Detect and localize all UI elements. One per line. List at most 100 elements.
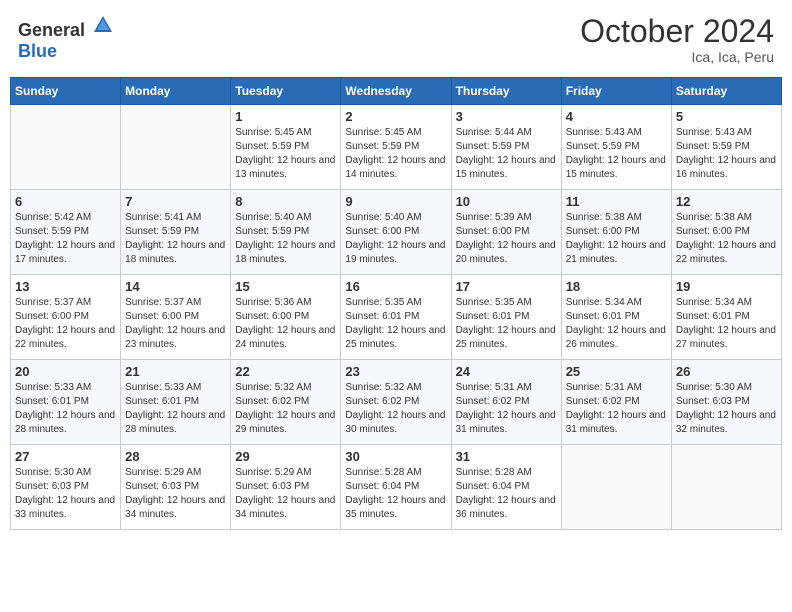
day-info: Sunrise: 5:28 AMSunset: 6:04 PMDaylight:… (345, 466, 446, 522)
title-block: October 2024 Ica, Ica, Peru (580, 14, 774, 65)
calendar-cell: 25Sunrise: 5:31 AMSunset: 6:02 PMDayligh… (561, 360, 671, 445)
day-number: 4 (566, 109, 667, 124)
sunset-time: Sunset: 6:00 PM (125, 311, 199, 322)
weekday-header-thursday: Thursday (451, 78, 561, 105)
logo-text: General Blue (18, 14, 114, 62)
sunrise-time: Sunrise: 5:43 AM (566, 127, 642, 138)
sunset-time: Sunset: 6:01 PM (345, 311, 419, 322)
day-number: 22 (235, 364, 336, 379)
calendar-cell: 12Sunrise: 5:38 AMSunset: 6:00 PMDayligh… (671, 190, 781, 275)
day-number: 9 (345, 194, 446, 209)
sunset-time: Sunset: 6:00 PM (345, 226, 419, 237)
day-info: Sunrise: 5:39 AMSunset: 6:00 PMDaylight:… (456, 211, 557, 267)
sunrise-time: Sunrise: 5:36 AM (235, 297, 311, 308)
day-number: 29 (235, 449, 336, 464)
calendar-cell: 2 Sunrise: 5:45 AMSunset: 5:59 PMDaylight… (341, 105, 451, 190)
weekday-header-wednesday: Wednesday (341, 78, 451, 105)
daylight-hours: Daylight: 12 hours and 25 minutes. (456, 325, 556, 350)
sunrise-time: Sunrise: 5:38 AM (566, 212, 642, 223)
calendar-cell: 17Sunrise: 5:35 AMSunset: 6:01 PMDayligh… (451, 275, 561, 360)
day-info: Sunrise: 5:45 AMSunset: 5:59 PMDaylight:… (235, 126, 336, 182)
calendar-week-1: 1Sunrise: 5:45 AMSunset: 5:59 PMDaylight… (11, 105, 782, 190)
day-info: Sunrise: 5:38 AMSunset: 6:00 PMDaylight:… (566, 211, 667, 267)
sunset-time: Sunset: 5:59 PM (235, 141, 309, 152)
calendar-cell: 11Sunrise: 5:38 AMSunset: 6:00 PMDayligh… (561, 190, 671, 275)
sunrise-time: Sunrise: 5:34 AM (676, 297, 752, 308)
logo-general: General (18, 20, 85, 40)
sunrise-time: Sunrise: 5:43 AM (676, 127, 752, 138)
day-number: 12 (676, 194, 777, 209)
sunrise-time: Sunrise: 5:44 AM (456, 127, 532, 138)
sunrise-time: Sunrise: 5:29 AM (125, 467, 201, 478)
day-info: Sunrise: 5:35 AMSunset: 6:01 PMDaylight:… (345, 296, 446, 352)
daylight-hours: Daylight: 12 hours and 26 minutes. (566, 325, 666, 350)
calendar-cell: 19Sunrise: 5:34 AMSunset: 6:01 PMDayligh… (671, 275, 781, 360)
sunrise-time: Sunrise: 5:38 AM (676, 212, 752, 223)
day-number: 28 (125, 449, 226, 464)
sunrise-time: Sunrise: 5:28 AM (345, 467, 421, 478)
calendar-cell: 20Sunrise: 5:33 AMSunset: 6:01 PMDayligh… (11, 360, 121, 445)
day-number: 20 (15, 364, 116, 379)
day-number: 15 (235, 279, 336, 294)
calendar-body: 1Sunrise: 5:45 AMSunset: 5:59 PMDaylight… (11, 105, 782, 530)
sunset-time: Sunset: 6:02 PM (566, 396, 640, 407)
calendar-cell: 23Sunrise: 5:32 AMSunset: 6:02 PMDayligh… (341, 360, 451, 445)
day-info: Sunrise: 5:37 AMSunset: 6:00 PMDaylight:… (15, 296, 116, 352)
daylight-hours: Daylight: 12 hours and 31 minutes. (566, 410, 666, 435)
logo-blue: Blue (18, 41, 57, 61)
daylight-hours: Daylight: 12 hours and 28 minutes. (125, 410, 225, 435)
sunset-time: Sunset: 6:00 PM (566, 226, 640, 237)
calendar-cell: 8Sunrise: 5:40 AMSunset: 5:59 PMDaylight… (231, 190, 341, 275)
sunrise-time: Sunrise: 5:29 AM (235, 467, 311, 478)
calendar-cell: 30Sunrise: 5:28 AMSunset: 6:04 PMDayligh… (341, 445, 451, 530)
daylight-hours: Daylight: 12 hours and 24 minutes. (235, 325, 335, 350)
sunrise-time: Sunrise: 5:33 AM (125, 382, 201, 393)
daylight-hours: Daylight: 12 hours and 32 minutes. (676, 410, 776, 435)
day-number: 8 (235, 194, 336, 209)
daylight-hours: Daylight: 12 hours and 18 minutes. (125, 240, 225, 265)
sunrise-time: Sunrise: 5:42 AM (15, 212, 91, 223)
daylight-hours: Daylight: 12 hours and 29 minutes. (235, 410, 335, 435)
calendar-cell: 14Sunrise: 5:37 AMSunset: 6:00 PMDayligh… (121, 275, 231, 360)
sunrise-time: Sunrise: 5:32 AM (345, 382, 421, 393)
sunset-time: Sunset: 6:01 PM (676, 311, 750, 322)
day-number: 2 (345, 109, 446, 124)
day-info: Sunrise: 5:32 AMSunset: 6:02 PMDaylight:… (345, 381, 446, 437)
sunset-time: Sunset: 5:59 PM (456, 141, 530, 152)
sunset-time: Sunset: 6:02 PM (456, 396, 530, 407)
daylight-hours: Daylight: 12 hours and 15 minutes. (566, 155, 666, 180)
daylight-hours: Daylight: 12 hours and 14 minutes. (345, 155, 445, 180)
day-info: Sunrise: 5:45 AMSunset: 5:59 PMDaylight:… (345, 126, 446, 182)
day-number: 16 (345, 279, 446, 294)
day-info: Sunrise: 5:40 AMSunset: 6:00 PMDaylight:… (345, 211, 446, 267)
day-info: Sunrise: 5:41 AMSunset: 5:59 PMDaylight:… (125, 211, 226, 267)
day-info: Sunrise: 5:34 AMSunset: 6:01 PMDaylight:… (676, 296, 777, 352)
sunrise-time: Sunrise: 5:30 AM (15, 467, 91, 478)
daylight-hours: Daylight: 12 hours and 30 minutes. (345, 410, 445, 435)
daylight-hours: Daylight: 12 hours and 18 minutes. (235, 240, 335, 265)
calendar-cell: 21Sunrise: 5:33 AMSunset: 6:01 PMDayligh… (121, 360, 231, 445)
month-year-title: October 2024 (580, 14, 774, 49)
sunset-time: Sunset: 6:04 PM (345, 481, 419, 492)
calendar-cell: 5Sunrise: 5:43 AMSunset: 5:59 PMDaylight… (671, 105, 781, 190)
sunrise-time: Sunrise: 5:33 AM (15, 382, 91, 393)
sunset-time: Sunset: 6:01 PM (15, 396, 89, 407)
calendar-cell: 29Sunrise: 5:29 AMSunset: 6:03 PMDayligh… (231, 445, 341, 530)
weekday-header-friday: Friday (561, 78, 671, 105)
daylight-hours: Daylight: 12 hours and 22 minutes. (676, 240, 776, 265)
day-number: 11 (566, 194, 667, 209)
sunrise-time: Sunrise: 5:35 AM (456, 297, 532, 308)
weekday-header-sunday: Sunday (11, 78, 121, 105)
sunset-time: Sunset: 6:03 PM (125, 481, 199, 492)
weekday-header-monday: Monday (121, 78, 231, 105)
sunrise-time: Sunrise: 5:34 AM (566, 297, 642, 308)
sunset-time: Sunset: 6:01 PM (125, 396, 199, 407)
day-info: Sunrise: 5:42 AMSunset: 5:59 PMDaylight:… (15, 211, 116, 267)
daylight-hours: Daylight: 12 hours and 22 minutes. (15, 325, 115, 350)
weekday-header-row: SundayMondayTuesdayWednesdayThursdayFrid… (11, 78, 782, 105)
calendar-header: SundayMondayTuesdayWednesdayThursdayFrid… (11, 78, 782, 105)
day-info: Sunrise: 5:31 AMSunset: 6:02 PMDaylight:… (566, 381, 667, 437)
day-info: Sunrise: 5:43 AMSunset: 5:59 PMDaylight:… (676, 126, 777, 182)
daylight-hours: Daylight: 12 hours and 20 minutes. (456, 240, 556, 265)
daylight-hours: Daylight: 12 hours and 13 minutes. (235, 155, 335, 180)
